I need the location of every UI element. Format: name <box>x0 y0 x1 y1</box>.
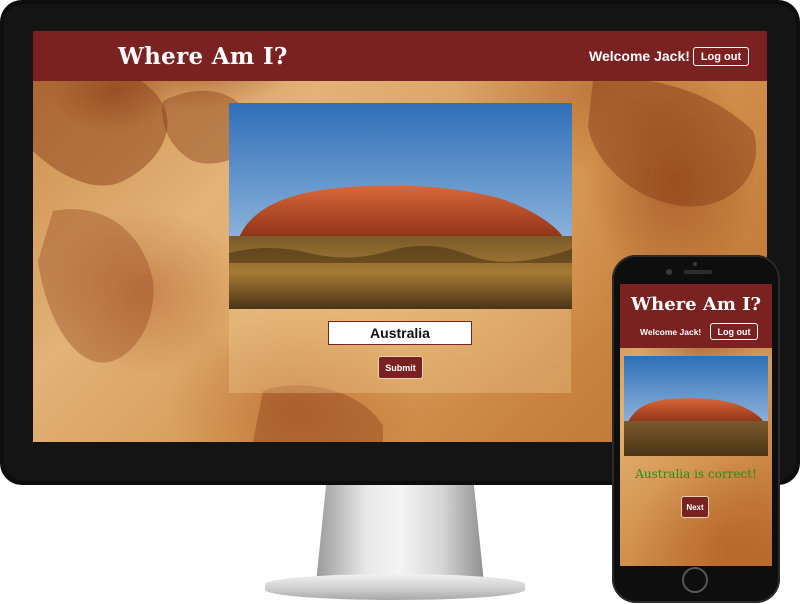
result-message: Australia is correct! <box>635 467 757 481</box>
welcome-text: Welcome Jack! <box>589 48 690 64</box>
mobile-screen: Where Am I? Welcome Jack! Log out Austra… <box>620 284 772 566</box>
phone-speaker <box>684 270 712 274</box>
app-title: Where Am I? <box>118 43 288 70</box>
mobile-phone: Where Am I? Welcome Jack! Log out Austra… <box>612 255 780 603</box>
mobile-welcome-text: Welcome Jack! <box>640 327 702 337</box>
mobile-app-title: Where Am I? <box>630 294 762 315</box>
desktop-header: Where Am I? Welcome Jack! Log out <box>33 31 767 81</box>
guess-input[interactable] <box>328 321 472 345</box>
home-button[interactable] <box>682 567 708 593</box>
monitor-stand-base <box>265 574 525 600</box>
location-photo <box>229 103 572 309</box>
monitor-stand <box>316 485 484 583</box>
mobile-logout-button[interactable]: Log out <box>710 323 758 340</box>
next-button[interactable]: Next <box>681 496 709 518</box>
logout-button[interactable]: Log out <box>693 47 749 66</box>
phone-sensor <box>693 262 697 266</box>
mobile-header: Where Am I? Welcome Jack! Log out <box>620 284 772 348</box>
phone-camera <box>666 269 672 275</box>
mobile-location-photo <box>624 356 768 456</box>
submit-button[interactable]: Submit <box>378 356 423 379</box>
